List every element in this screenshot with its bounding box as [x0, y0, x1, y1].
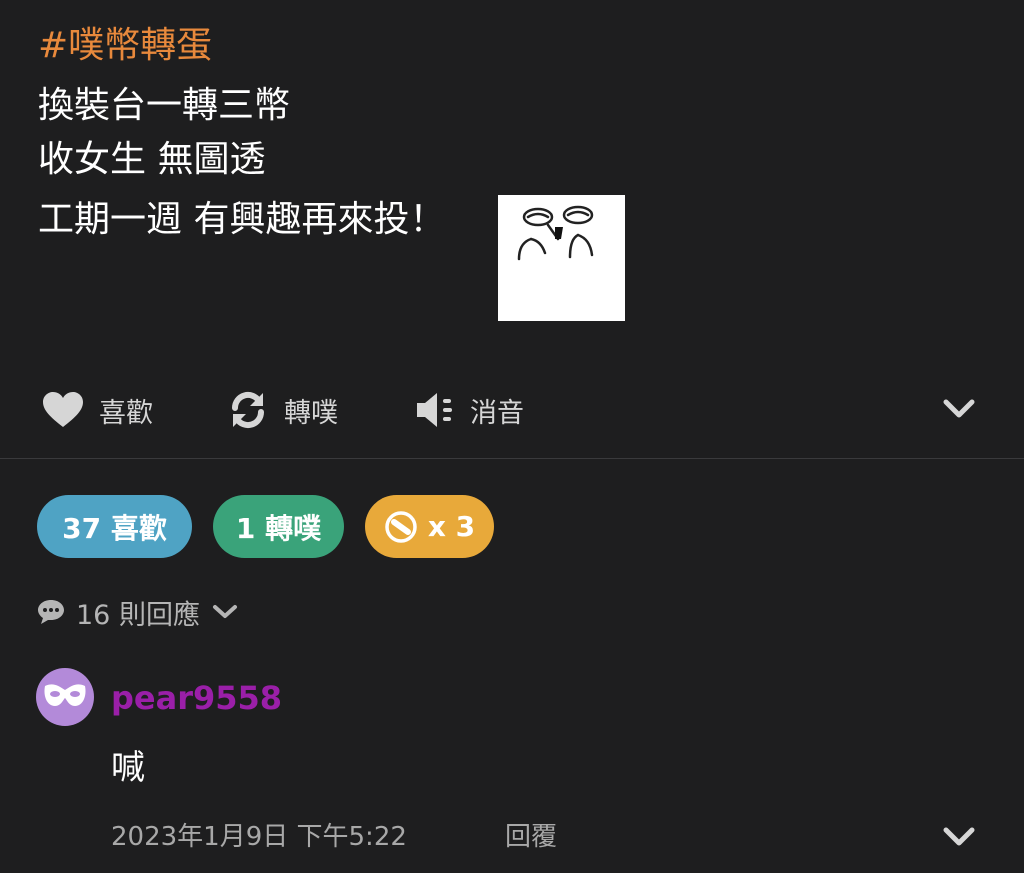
chevron-down-icon [212, 603, 238, 621]
like-button[interactable]: 喜歡 [41, 386, 153, 434]
divider [0, 458, 1024, 459]
replurks-count-label: 1 轉噗 [235, 511, 322, 545]
mute-button[interactable]: 消音 [412, 386, 524, 434]
like-label: 喜歡 [99, 397, 153, 429]
mute-label: 消音 [470, 397, 524, 429]
post-menu-chevron-down-icon[interactable] [942, 398, 976, 424]
comment-text: 喊 [111, 748, 145, 788]
mask-icon [43, 680, 87, 714]
comment-menu-chevron-down-icon[interactable] [942, 826, 976, 852]
likes-count-label: 37 喜歡 [62, 511, 167, 545]
coins-count-badge[interactable]: x 3 [365, 495, 494, 558]
likes-count-badge[interactable]: 37 喜歡 [37, 495, 192, 558]
post-line-2: 收女生 無圖透 [38, 139, 266, 180]
reply-button[interactable]: 回覆 [505, 817, 557, 857]
post-line-1: 換裝台一轉三幣 [38, 85, 291, 126]
replies-count-label: 16 則回應 [76, 599, 200, 631]
avatar[interactable] [36, 668, 94, 726]
refresh-icon [226, 388, 270, 432]
speaker-mute-icon [412, 388, 456, 432]
replurks-count-badge[interactable]: 1 轉噗 [213, 495, 344, 558]
coin-icon [384, 510, 418, 544]
replies-toggle[interactable]: 16 則回應 [36, 590, 238, 634]
post-line-3: 工期一週 有興趣再來投！ [38, 199, 446, 240]
comment-username[interactable]: pear9558 [111, 676, 282, 720]
coins-count-label: x 3 [427, 510, 476, 543]
replurk-label: 轉噗 [284, 397, 338, 429]
post-sticker-image[interactable] [498, 195, 625, 321]
plurk-post-view: #噗幣轉蛋 換裝台一轉三幣 收女生 無圖透 工期一週 有興趣再來投！ 喜歡 轉噗… [0, 0, 1024, 873]
post-hashtag[interactable]: #噗幣轉蛋 [38, 22, 212, 70]
comment-timestamp: 2023年1月9日 下午5:22 [111, 822, 407, 852]
heart-icon [41, 388, 85, 432]
comment-bubble-icon [36, 598, 66, 626]
replurk-button[interactable]: 轉噗 [226, 386, 338, 434]
